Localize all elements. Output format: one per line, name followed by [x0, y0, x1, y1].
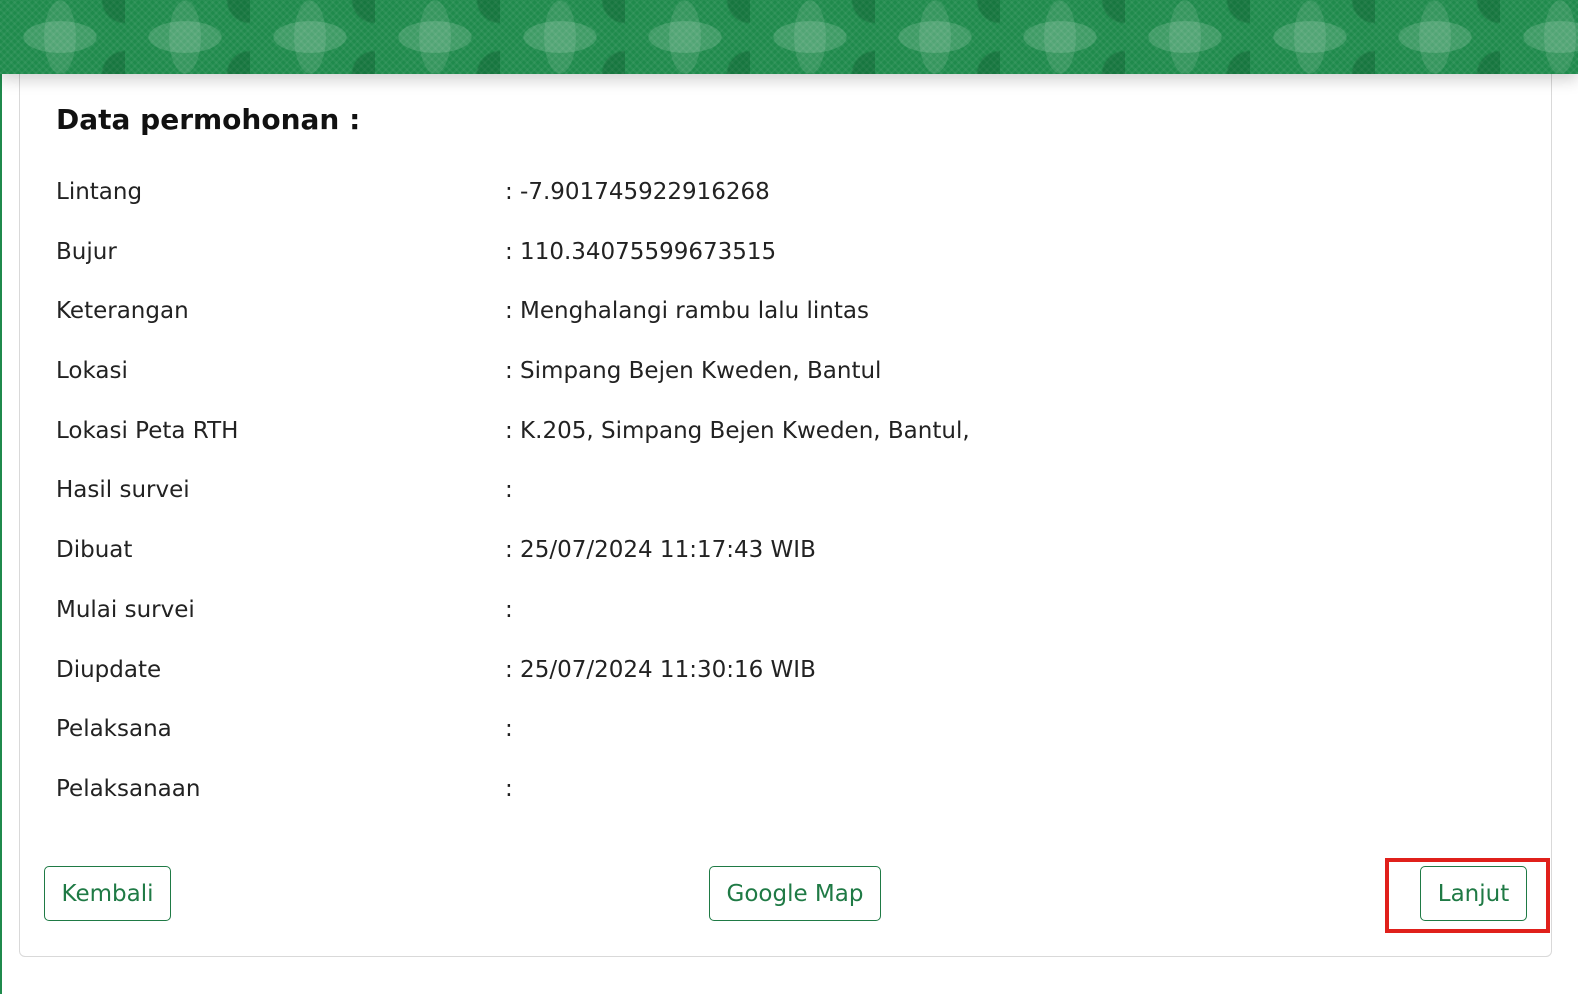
left-border-accent [0, 0, 2, 994]
detail-value: : [505, 775, 513, 802]
detail-value: : 110.34075599673515 [505, 238, 777, 265]
detail-row-hasil-survei: Hasil survei : [56, 461, 1456, 521]
detail-label: Pelaksanaan [56, 775, 201, 802]
detail-row-pelaksanaan: Pelaksanaan : [56, 760, 1456, 820]
detail-label: Diupdate [56, 656, 162, 683]
detail-label: Lintang [56, 179, 143, 205]
detail-value: : [505, 716, 513, 743]
detail-row-bujur: Bujur : 110.34075599673515 [56, 223, 1456, 283]
header-banner [0, 0, 1578, 74]
detail-row-lokasi-peta-rth: Lokasi Peta RTH : K.205, Simpang Bejen K… [56, 402, 1456, 462]
detail-row-lintang: Lintang : -7.901745922916268 [56, 163, 1456, 223]
detail-list: Lintang : -7.901745922916268 Bujur : 110… [56, 163, 1456, 820]
detail-row-pelaksana: Pelaksana : [56, 700, 1456, 760]
detail-value: : [505, 596, 513, 623]
detail-row-diupdate: Diupdate : 25/07/2024 11:30:16 WIB [56, 641, 1456, 701]
detail-value: : [505, 477, 513, 504]
detail-label: Hasil survei [56, 477, 190, 504]
detail-value: : K.205, Simpang Bejen Kweden, Bantul, [505, 417, 970, 444]
section-title: Data permohonan : [56, 103, 361, 136]
detail-label: Bujur [56, 238, 117, 265]
detail-row-mulai-survei: Mulai survei : [56, 581, 1456, 641]
detail-value: : 25/07/2024 11:30:16 WIB [505, 656, 816, 683]
detail-label: Mulai survei [56, 596, 195, 623]
google-map-button[interactable]: Google Map [709, 866, 881, 921]
detail-value: : Menghalangi rambu lalu lintas [505, 298, 869, 325]
detail-row-keterangan: Keterangan : Menghalangi rambu lalu lint… [56, 282, 1456, 342]
detail-value: : 25/07/2024 11:17:43 WIB [505, 537, 816, 564]
detail-value: : Simpang Bejen Kweden, Bantul [505, 358, 882, 385]
detail-row-dibuat: Dibuat : 25/07/2024 11:17:43 WIB [56, 521, 1456, 581]
detail-label: Pelaksana [56, 716, 172, 743]
detail-label: Lokasi Peta RTH [56, 417, 239, 444]
back-button[interactable]: Kembali [44, 866, 171, 921]
next-button[interactable]: Lanjut [1420, 866, 1527, 921]
detail-value: : -7.901745922916268 [505, 179, 770, 205]
detail-label: Dibuat [56, 537, 133, 564]
detail-label: Keterangan [56, 298, 189, 325]
detail-label: Lokasi [56, 358, 128, 385]
detail-row-lokasi: Lokasi : Simpang Bejen Kweden, Bantul [56, 342, 1456, 402]
